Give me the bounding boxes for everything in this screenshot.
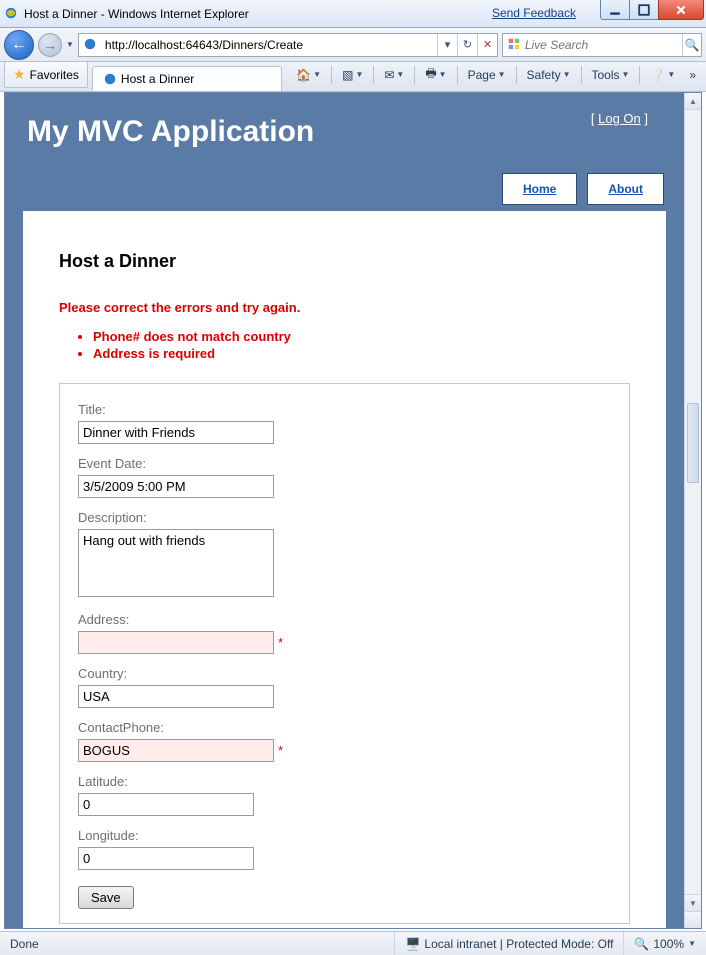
refresh-button[interactable]: ↻	[457, 34, 477, 56]
browser-navbar: ← → ▼ ▾ ↻ ✕ 🔍	[0, 28, 706, 62]
save-button[interactable]: Save	[78, 886, 134, 909]
logon-area: [ Log On ]	[591, 111, 648, 126]
favorites-label: Favorites	[30, 68, 79, 82]
page-body: [ Log On ] My MVC Application Home About…	[5, 93, 684, 928]
tab-icon	[103, 72, 117, 86]
zone-icon: 🖥️	[405, 937, 420, 951]
status-text: Done	[0, 932, 395, 955]
scroll-up-button[interactable]: ▲	[685, 93, 701, 110]
validation-error-item: Address is required	[93, 346, 630, 361]
input-country[interactable]	[78, 685, 274, 708]
input-address[interactable]	[78, 631, 274, 654]
livesearch-icon	[507, 37, 521, 53]
page-menu[interactable]: Page ▼	[462, 65, 512, 85]
send-feedback-link[interactable]: Send Feedback	[492, 6, 576, 20]
page-heading: Host a Dinner	[59, 251, 630, 272]
site-nav: Home About	[5, 159, 684, 205]
maximize-button[interactable]	[629, 0, 659, 20]
window-titlebar: Host a Dinner - Windows Internet Explore…	[0, 0, 706, 28]
minimize-button[interactable]	[600, 0, 630, 20]
home-icon-button[interactable]: 🏠▼	[290, 65, 327, 85]
window-title: Host a Dinner - Windows Internet Explore…	[24, 7, 249, 21]
input-description[interactable]: Hang out with friends	[78, 529, 274, 597]
search-input[interactable]	[525, 38, 682, 52]
feeds-icon-button[interactable]: ▧▼	[336, 65, 369, 85]
address-dropdown[interactable]: ▾	[437, 34, 457, 56]
nav-about[interactable]: About	[587, 173, 664, 205]
input-title[interactable]	[78, 421, 274, 444]
validation-errors: Phone# does not match country Address is…	[93, 329, 630, 361]
close-button[interactable]	[658, 0, 704, 20]
label-title: Title:	[78, 402, 611, 417]
address-input[interactable]	[103, 36, 437, 54]
status-zoom[interactable]: 🔍 100% ▼	[624, 932, 706, 955]
app-title: My MVC Application	[5, 93, 684, 159]
input-eventdate[interactable]	[78, 475, 274, 498]
navhistory-dropdown[interactable]: ▼	[66, 40, 74, 49]
print-icon-button[interactable]: 🖶▼	[419, 61, 452, 88]
status-zone[interactable]: 🖥️ Local intranet | Protected Mode: Off	[395, 932, 624, 955]
validation-summary: Please correct the errors and try again.	[59, 300, 630, 315]
search-button[interactable]: 🔍	[682, 34, 701, 56]
back-button[interactable]: ←	[4, 30, 34, 60]
browser-tabsbar: ★ Favorites Host a Dinner 🏠▼ ▧▼ ✉▼ 🖶▼ Pa…	[0, 62, 706, 92]
vertical-scrollbar[interactable]: ▲ ▼	[684, 93, 701, 928]
input-contactphone[interactable]	[78, 739, 274, 762]
form-fieldset: Title: Event Date: Description: Hang out…	[59, 383, 630, 924]
error-marker-address: *	[278, 635, 283, 650]
label-address: Address:	[78, 612, 611, 627]
zoom-icon: 🔍	[634, 937, 649, 951]
page-icon	[83, 37, 99, 53]
help-icon-button[interactable]: ❔▼	[644, 65, 681, 85]
label-longitude: Longitude:	[78, 828, 611, 843]
validation-error-item: Phone# does not match country	[93, 329, 630, 344]
label-country: Country:	[78, 666, 611, 681]
command-bar: 🏠▼ ▧▼ ✉▼ 🖶▼ Page ▼ Safety ▼ Tools ▼ ❔▼ »	[290, 61, 702, 88]
tab-host-a-dinner[interactable]: Host a Dinner	[92, 66, 282, 91]
logon-link[interactable]: Log On	[598, 111, 641, 126]
input-latitude[interactable]	[78, 793, 254, 816]
label-description: Description:	[78, 510, 611, 525]
tools-menu[interactable]: Tools ▼	[586, 65, 636, 85]
label-latitude: Latitude:	[78, 774, 611, 789]
label-contactphone: ContactPhone:	[78, 720, 611, 735]
label-eventdate: Event Date:	[78, 456, 611, 471]
scroll-thumb[interactable]	[687, 403, 699, 483]
scroll-down-button[interactable]: ▼	[685, 894, 701, 911]
stop-button[interactable]: ✕	[477, 34, 497, 56]
forward-button[interactable]: →	[38, 33, 62, 57]
input-longitude[interactable]	[78, 847, 254, 870]
safety-menu[interactable]: Safety ▼	[521, 65, 577, 85]
address-bar[interactable]: ▾ ↻ ✕	[78, 33, 498, 57]
error-marker-contactphone: *	[278, 743, 283, 758]
mail-icon-button[interactable]: ✉▼	[378, 65, 410, 85]
favorites-button[interactable]: ★ Favorites	[4, 61, 88, 88]
toolbar-chevron[interactable]: »	[683, 65, 702, 85]
main-content: Host a Dinner Please correct the errors …	[23, 211, 666, 928]
status-bar: Done 🖥️ Local intranet | Protected Mode:…	[0, 931, 706, 955]
tab-label: Host a Dinner	[121, 72, 194, 86]
ie-icon	[4, 6, 20, 22]
nav-home[interactable]: Home	[502, 173, 577, 205]
search-bar[interactable]: 🔍	[502, 33, 702, 57]
star-icon: ★	[13, 66, 26, 83]
scroll-corner	[685, 911, 701, 928]
zoom-dropdown[interactable]: ▼	[688, 939, 696, 948]
browser-viewport: [ Log On ] My MVC Application Home About…	[4, 92, 702, 929]
